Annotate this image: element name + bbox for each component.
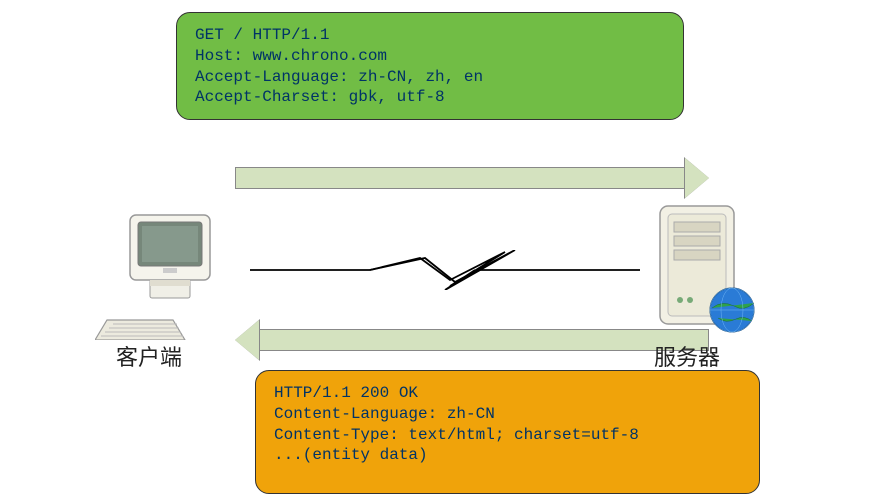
response-header-content-language: Content-Language: zh-CN	[274, 404, 741, 425]
server-tower-icon	[640, 200, 770, 340]
request-header-accept-language: Accept-Language: zh-CN, zh, en	[195, 67, 665, 88]
request-header-accept-charset: Accept-Charset: gbk, utf-8	[195, 87, 665, 108]
arrow-body	[235, 167, 685, 189]
response-header-content-type: Content-Type: text/html; charset=utf-8	[274, 425, 741, 446]
arrow-head-left-icon	[235, 320, 259, 360]
arrow-body	[259, 329, 709, 351]
request-arrow	[235, 158, 709, 198]
http-request-box: GET / HTTP/1.1 Host: www.chrono.com Acce…	[176, 12, 684, 120]
response-body: ...(entity data)	[274, 445, 741, 466]
connection-line	[250, 250, 640, 290]
server-label: 服务器	[654, 340, 720, 372]
http-response-box: HTTP/1.1 200 OK Content-Language: zh-CN …	[255, 370, 760, 494]
request-header-host: Host: www.chrono.com	[195, 46, 665, 67]
response-arrow	[235, 320, 709, 360]
client-computer-icon	[95, 210, 235, 340]
arrow-head-right-icon	[685, 158, 709, 198]
response-status-line: HTTP/1.1 200 OK	[274, 383, 741, 404]
client-label: 客户端	[116, 340, 182, 372]
request-line: GET / HTTP/1.1	[195, 25, 665, 46]
